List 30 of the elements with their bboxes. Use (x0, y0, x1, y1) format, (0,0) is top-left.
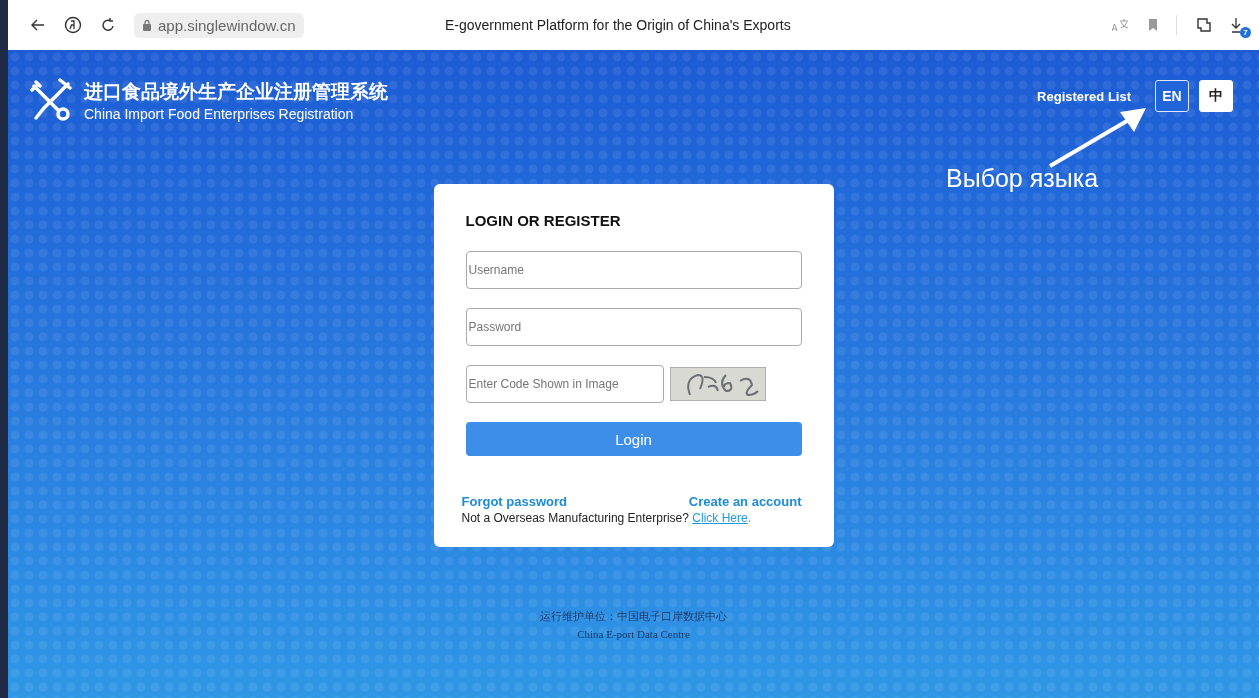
back-icon[interactable] (30, 17, 46, 33)
password-field[interactable]: Password (465, 308, 802, 346)
footer-text: China E-port Data Centre (576, 628, 691, 640)
extensions-icon[interactable] (1195, 16, 1213, 34)
registered-list-link[interactable]: Registered List (1037, 88, 1131, 104)
lock-icon (142, 19, 152, 31)
notice-text: Not a Overseas Manufacturing Enterprise? (461, 511, 689, 525)
login-button[interactable]: Login (465, 422, 802, 456)
download-count-badge: 7 (1240, 27, 1251, 38)
language-button[interactable]: EN (1155, 80, 1189, 112)
address-field[interactable]: app.singlewindow.cn (134, 12, 304, 38)
captcha-image[interactable] (669, 367, 766, 401)
username-field[interactable]: Username (465, 251, 802, 289)
login-heading: LOGIN OR REGISTER (465, 212, 622, 229)
forgot-password-link[interactable]: Forgot password (461, 494, 567, 509)
browser-logo-icon[interactable] (64, 16, 82, 34)
logo-drawing (30, 78, 74, 122)
language-button[interactable]: 中 (1199, 80, 1233, 112)
click-here-link[interactable]: Click Here (692, 511, 748, 525)
reload-icon[interactable] (100, 17, 116, 33)
period-text: . (747, 511, 751, 525)
captcha-field[interactable]: Enter Code Shown in Image (465, 365, 664, 403)
system-title: 进口食品境外生产企业注册管理系统 (84, 79, 388, 104)
system-subtitle: China Import Food Enterprises Registration (84, 105, 355, 122)
create-account-link[interactable]: Create an account (688, 494, 802, 509)
footer-text: 运行维护单位：中国电子口岸数据中心 (540, 609, 727, 624)
page-title: E-government Platform for the Origin of China's Exports (443, 17, 792, 33)
annotation-text: Выбор языка (946, 164, 1099, 193)
bookmark-icon[interactable] (1148, 18, 1158, 32)
translate-icon[interactable] (1112, 18, 1130, 32)
